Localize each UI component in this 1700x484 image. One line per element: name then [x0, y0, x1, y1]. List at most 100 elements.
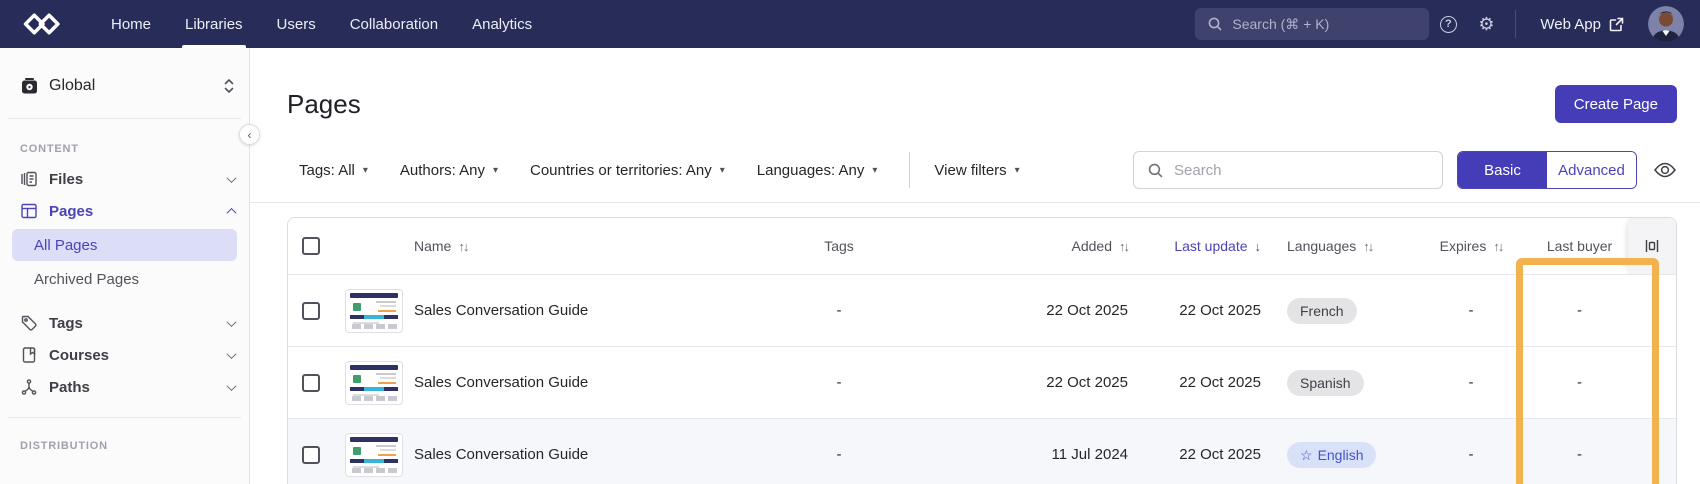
table-row[interactable]: Sales Conversation Guide - 11 Jul 2024 2…	[288, 418, 1676, 484]
external-link-icon	[1609, 17, 1624, 32]
sidebar-collapse-button[interactable]: ‹	[239, 124, 260, 145]
search-icon	[1207, 16, 1223, 32]
subitem-label: Archived Pages	[34, 271, 139, 288]
caret-down-icon: ▾	[493, 165, 498, 176]
filter-label: Languages: Any	[757, 162, 865, 179]
table-search[interactable]	[1133, 151, 1443, 189]
page-thumbnail[interactable]	[345, 289, 403, 333]
language-badge[interactable]: French	[1287, 298, 1357, 324]
workspace-switcher-icon[interactable]	[223, 78, 235, 94]
basic-mode-button[interactable]: Basic	[1458, 152, 1547, 188]
workspace-name: Global	[49, 77, 213, 95]
user-avatar[interactable]	[1648, 6, 1684, 42]
caret-down-icon: ▾	[872, 165, 877, 176]
table-search-input[interactable]	[1174, 162, 1429, 179]
pages-table: Name ↑↓ Tags Added ↑↓ Last update ↓ Lang…	[287, 217, 1677, 484]
added-date: 22 Oct 2025	[1046, 374, 1128, 391]
added-date: 11 Jul 2024	[1052, 446, 1128, 463]
caret-down-icon: ▾	[720, 165, 725, 176]
global-search-button[interactable]: Search (⌘ + K)	[1195, 8, 1429, 40]
expires-value: -	[1469, 374, 1474, 391]
sort-icon[interactable]: ↑↓	[458, 239, 467, 254]
chevron-down-icon	[227, 317, 237, 327]
row-checkbox[interactable]	[302, 302, 320, 320]
column-header-languages[interactable]: Languages ↑↓	[1261, 238, 1411, 254]
filter-languages[interactable]: Languages: Any ▾	[757, 162, 878, 179]
filter-tags[interactable]: Tags: All ▾	[299, 162, 368, 179]
filter-countries[interactable]: Countries or territories: Any ▾	[530, 162, 725, 179]
view-filters-dropdown[interactable]: View filters ▾	[934, 162, 1019, 179]
expires-value: -	[1469, 446, 1474, 463]
content-section-header: CONTENT	[20, 143, 249, 155]
language-badge[interactable]: Spanish	[1287, 370, 1364, 396]
filter-label: Tags: All	[299, 162, 355, 179]
chevron-down-icon	[227, 381, 237, 391]
row-checkbox[interactable]	[302, 374, 320, 392]
caret-down-icon: ▾	[363, 165, 368, 176]
nav-item-analytics[interactable]: Analytics	[455, 0, 549, 48]
nav-item-home[interactable]: Home	[94, 0, 168, 48]
nav-divider	[1515, 10, 1516, 38]
select-all-checkbox[interactable]	[302, 237, 320, 255]
sidebar-item-tags[interactable]: Tags	[0, 307, 249, 339]
toolbar-divider	[909, 152, 910, 188]
settings-button[interactable]: ⚙	[1467, 0, 1505, 48]
column-header-name[interactable]: Name ↑↓	[414, 238, 744, 254]
distribution-section-header: DISTRIBUTION	[20, 440, 249, 452]
chevron-up-icon	[227, 207, 237, 217]
tags-value: -	[837, 302, 842, 319]
column-header-tags[interactable]: Tags	[744, 238, 934, 254]
sort-icon[interactable]: ↑↓	[1493, 239, 1502, 254]
sidebar-item-files[interactable]: Files	[0, 163, 249, 195]
create-page-button[interactable]: Create Page	[1555, 85, 1677, 123]
last-update-date: 22 Oct 2025	[1179, 446, 1261, 463]
column-header-last-buyer[interactable]: Last buyer	[1531, 238, 1628, 254]
search-icon	[1147, 162, 1164, 179]
table-row[interactable]: Sales Conversation Guide - 22 Oct 2025 2…	[288, 346, 1676, 418]
nav-item-collaboration[interactable]: Collaboration	[333, 0, 455, 48]
help-button[interactable]: ?	[1429, 0, 1467, 48]
last-buyer-value: -	[1577, 374, 1582, 391]
web-app-link[interactable]: Web App	[1526, 16, 1638, 33]
advanced-mode-button[interactable]: Advanced	[1547, 152, 1636, 188]
language-badge[interactable]: ☆ English	[1287, 442, 1376, 468]
filter-authors[interactable]: Authors: Any ▾	[400, 162, 498, 179]
table-row[interactable]: Sales Conversation Guide - 22 Oct 2025 2…	[288, 274, 1676, 346]
filter-label: Countries or territories: Any	[530, 162, 712, 179]
page-name-link[interactable]: Sales Conversation Guide	[414, 446, 588, 463]
tags-value: -	[837, 446, 842, 463]
sidebar-subitem-archived-pages[interactable]: Archived Pages	[12, 263, 237, 295]
library-icon	[20, 77, 39, 96]
expires-value: -	[1469, 302, 1474, 319]
sidebar-item-courses[interactable]: Courses	[0, 339, 249, 371]
sort-icon[interactable]: ↑↓	[1363, 239, 1372, 254]
page-thumbnail[interactable]	[345, 433, 403, 477]
last-buyer-value: -	[1577, 446, 1582, 463]
web-app-label: Web App	[1540, 16, 1601, 33]
last-buyer-value: -	[1577, 302, 1582, 319]
page-name-link[interactable]: Sales Conversation Guide	[414, 374, 588, 391]
help-icon: ?	[1440, 16, 1457, 33]
added-date: 22 Oct 2025	[1046, 302, 1128, 319]
column-header-added[interactable]: Added ↑↓	[934, 238, 1128, 254]
row-checkbox[interactable]	[302, 446, 320, 464]
page-name-link[interactable]: Sales Conversation Guide	[414, 302, 588, 319]
sidebar-item-label: Pages	[49, 203, 217, 220]
column-settings-button[interactable]	[1628, 218, 1676, 274]
nav-item-libraries[interactable]: Libraries	[168, 0, 260, 48]
sidebar-item-pages[interactable]: Pages	[0, 195, 249, 227]
filters-toolbar: Tags: All ▾ Authors: Any ▾ Countries or …	[250, 151, 1700, 203]
subitem-label: All Pages	[34, 237, 97, 254]
sort-icon[interactable]: ↑↓	[1119, 239, 1128, 254]
tags-value: -	[837, 374, 842, 391]
seismic-logo-icon[interactable]	[22, 11, 64, 37]
column-header-expires[interactable]: Expires ↑↓	[1411, 238, 1531, 254]
page-thumbnail[interactable]	[345, 361, 403, 405]
nav-item-users[interactable]: Users	[260, 0, 333, 48]
column-header-last-update[interactable]: Last update ↓	[1128, 238, 1261, 254]
sidebar: Global CONTENT Files Pages	[0, 48, 250, 484]
workspace-selector[interactable]: Global	[20, 72, 235, 100]
sidebar-item-paths[interactable]: Paths	[0, 371, 249, 403]
sidebar-subitem-all-pages[interactable]: All Pages	[12, 229, 237, 261]
preview-visibility-button[interactable]	[1653, 161, 1677, 179]
